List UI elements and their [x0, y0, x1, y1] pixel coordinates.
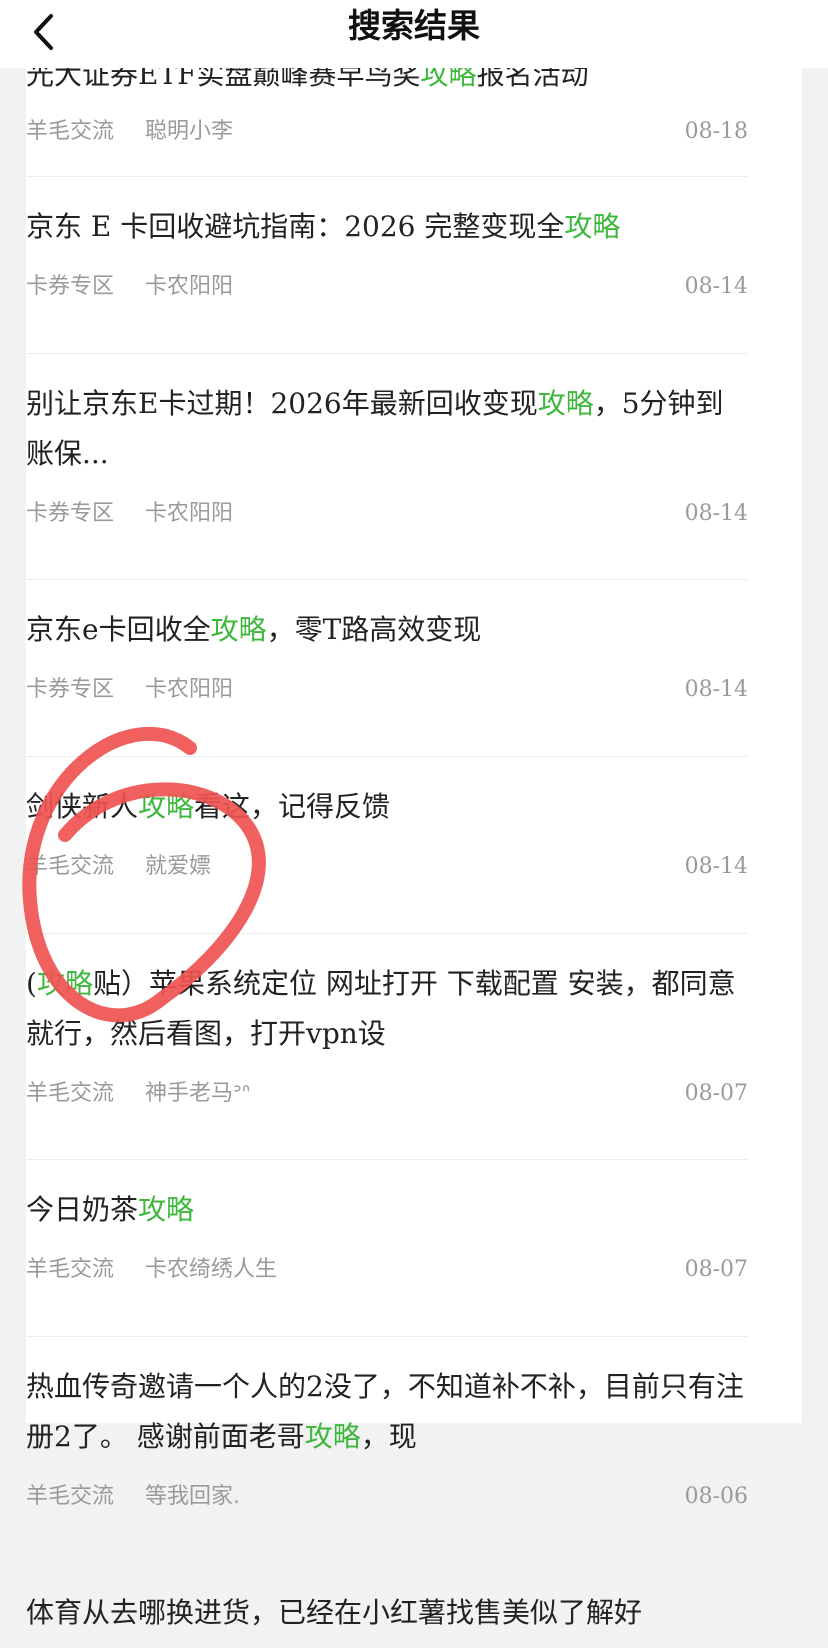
result-item[interactable]: (攻略贴）苹果系统定位 网址打开 下载配置 安装，都同意就行，然后看图，打开vp… — [26, 959, 748, 1160]
result-date: 08-06 — [684, 1484, 748, 1509]
result-title: 热血传奇邀请一个人的2没了，不知道补不补，目前只有注册2了。 感谢前面老哥攻略，… — [26, 1370, 744, 1453]
result-meta: 卡券专区 卡农阳阳 08-14 — [26, 494, 748, 534]
result-author: 就爱嫖 — [145, 854, 212, 879]
result-author: 神手老马ᐣᐢ — [145, 1081, 251, 1106]
result-item[interactable]: 光大证券ETF实盘巅峰赛早鸟奖攻略报名活动 羊毛交流 聪明小李 08-18 — [26, 50, 748, 177]
result-meta: 卡券专区 卡农阳阳 08-14 — [26, 267, 748, 307]
result-item[interactable]: 别让京东E卡过期！2026年最新回收变现攻略，5分钟到账保... 卡券专区 卡农… — [26, 379, 748, 580]
result-title: 体育从去哪换进货，已经在小红薯找售美似了解好 — [26, 1596, 643, 1629]
page-title: 搜索结果 — [348, 6, 480, 45]
result-category: 卡券专区 — [26, 677, 115, 702]
result-title: 京东e卡回收全攻略，零T路高效变现 — [26, 613, 482, 646]
result-meta: 羊毛交流 就爱嫖 08-14 — [26, 847, 748, 887]
result-title: (攻略贴）苹果系统定位 网址打开 下载配置 安装，都同意就行，然后看图，打开vp… — [26, 967, 736, 1050]
result-date: 08-07 — [684, 1257, 748, 1282]
result-category: 卡券专区 — [26, 501, 115, 526]
result-meta: 羊毛交流 等我回家. 08-06 — [26, 1477, 748, 1517]
result-date: 08-14 — [684, 274, 748, 299]
result-category: 羊毛交流 — [26, 1257, 115, 1282]
result-category: 羊毛交流 — [26, 1484, 115, 1509]
result-meta: 羊毛交流 神手老马ᐣᐢ 08-07 — [26, 1074, 748, 1114]
result-date: 08-07 — [684, 1081, 748, 1106]
result-title: 今日奶茶攻略 — [26, 1193, 195, 1226]
result-category: 羊毛交流 — [26, 854, 115, 879]
result-author: 等我回家. — [145, 1484, 241, 1509]
result-date: 08-14 — [684, 854, 748, 879]
result-title: 别让京东E卡过期！2026年最新回收变现攻略，5分钟到账保... — [26, 387, 724, 470]
result-author: 卡农阳阳 — [145, 501, 234, 526]
result-title: 京东 E 卡回收避坑指南：2026 完整变现全攻略 — [26, 210, 621, 243]
result-author: 卡农阳阳 — [145, 274, 234, 299]
search-results-list: 光大证券ETF实盘巅峰赛早鸟奖攻略报名活动 羊毛交流 聪明小李 08-18 京东… — [26, 50, 748, 1648]
result-item[interactable]: 京东e卡回收全攻略，零T路高效变现 卡券专区 卡农阳阳 08-14 — [26, 605, 748, 757]
result-author: 聪明小李 — [145, 119, 234, 144]
result-category: 羊毛交流 — [26, 119, 115, 144]
result-item[interactable]: 热血传奇邀请一个人的2没了，不知道补不补，目前只有注册2了。 感谢前面老哥攻略，… — [26, 1362, 748, 1563]
result-author: 卡农绮绣人生 — [145, 1257, 278, 1282]
result-item[interactable]: 京东 E 卡回收避坑指南：2026 完整变现全攻略 卡券专区 卡农阳阳 08-1… — [26, 202, 748, 354]
result-item[interactable]: 体育从去哪换进货，已经在小红薯找售美似了解好 — [26, 1588, 748, 1648]
result-meta: 羊毛交流 聪明小李 08-18 — [26, 112, 748, 152]
result-item[interactable]: 今日奶茶攻略 羊毛交流 卡农绮绣人生 08-07 — [26, 1185, 748, 1337]
result-item[interactable]: 剑侠新人攻略看这，记得反馈 羊毛交流 就爱嫖 08-14 — [26, 782, 748, 934]
result-meta: 羊毛交流 卡农绮绣人生 08-07 — [26, 1250, 748, 1290]
result-category: 卡券专区 — [26, 274, 115, 299]
top-nav-bar: 搜索结果 — [0, 0, 828, 68]
result-meta: 卡券专区 卡农阳阳 08-14 — [26, 670, 748, 710]
result-title: 剑侠新人攻略看这，记得反馈 — [26, 790, 391, 823]
result-date: 08-14 — [684, 501, 748, 526]
result-category: 羊毛交流 — [26, 1081, 115, 1106]
result-date: 08-14 — [684, 677, 748, 702]
result-author: 卡农阳阳 — [145, 677, 234, 702]
result-date: 08-18 — [684, 119, 748, 144]
